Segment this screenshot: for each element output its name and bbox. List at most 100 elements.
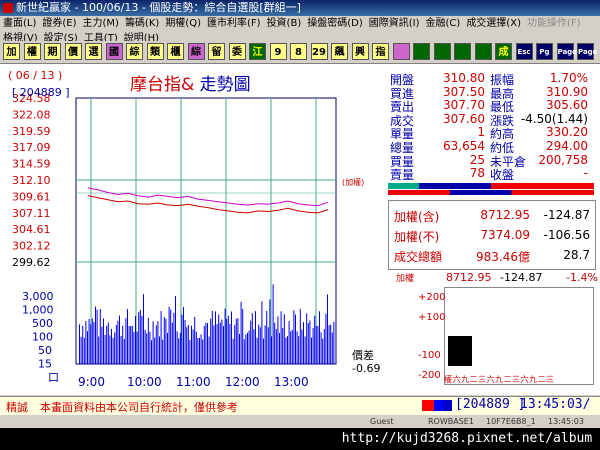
toolbar-button[interactable]: Page (556, 43, 577, 60)
toolbar-button[interactable]: 類 (146, 43, 164, 60)
status-a: ROWBASE1 (428, 417, 474, 426)
menu-item[interactable]: 期權(Q) (165, 18, 201, 29)
menu-item[interactable]: 籌碼(K) (125, 18, 159, 29)
volume-bar (333, 321, 335, 364)
quote-value: 307.70 (443, 98, 485, 113)
volume-bar (82, 325, 84, 364)
menu-item[interactable]: 畫面(L) (3, 18, 36, 29)
mini-pct: -1.4% (566, 271, 598, 284)
volume-bar (266, 310, 268, 364)
volume-bar (323, 329, 325, 364)
bottom-bar: 精誠 本畫面資料由本公司自行統計，僅供參考 [204889 ] 13:45:03… (0, 396, 600, 415)
toolbar-button[interactable]: 櫃 (167, 43, 184, 60)
volume-bar (314, 315, 316, 364)
time-tick-label: 10:00 (127, 375, 162, 389)
menu-item[interactable]: 主力(M) (83, 18, 119, 29)
index-label: 加權(不) (394, 230, 440, 244)
toolbar-button[interactable]: 加 (3, 43, 20, 60)
toolbar-button[interactable]: 權 (23, 43, 41, 60)
toolbar-button[interactable] (454, 43, 471, 60)
toolbar-button[interactable] (392, 43, 410, 60)
toolbar-button[interactable] (433, 43, 451, 60)
menu-item[interactable]: 匯市利率(F) (207, 18, 261, 29)
menu-item[interactable]: 投資(B) (267, 18, 302, 29)
toolbar-button[interactable]: 飆 (331, 43, 348, 60)
toolbar-button[interactable]: 委 (228, 43, 246, 60)
ratio-strip (388, 183, 594, 189)
price-chart[interactable]: 324.58322.08319.59317.09314.59312.10309.… (0, 64, 386, 396)
toolbar-button[interactable]: 指 (372, 43, 389, 60)
mini-value: 8712.95 (446, 271, 492, 284)
toolbar-button[interactable]: 選 (85, 43, 102, 60)
price-tick-label: 307.11 (12, 207, 51, 220)
volume-bar (331, 332, 333, 364)
toolbar-button[interactable]: Pg (536, 43, 553, 60)
toolbar-button[interactable]: 9 (269, 43, 287, 60)
volume-bar (99, 309, 101, 364)
quote-value: 1 (477, 125, 485, 140)
index-value: 7374.09 (480, 228, 530, 242)
toolbar-button[interactable]: 29 (310, 43, 328, 60)
menu-item[interactable]: 證券(E) (42, 18, 76, 29)
diff-label: 價差 (352, 349, 374, 362)
toolbar-button[interactable]: 綜 (187, 43, 205, 60)
bottom-code: [204889 ] (455, 397, 526, 412)
volume-bar (219, 322, 221, 364)
volume-bar (187, 324, 189, 364)
volume-bar (160, 311, 162, 364)
chart-date: ( 06 / 13 ) (8, 69, 63, 82)
quote-value: 294.00 (546, 139, 588, 153)
quote-value: 307.50 (443, 84, 485, 99)
volume-bar (328, 325, 330, 364)
color-indicator (422, 400, 452, 411)
toolbar-button[interactable] (474, 43, 492, 60)
price-tick-label: 317.09 (12, 141, 51, 154)
toolbar-button[interactable]: 綜 (126, 43, 143, 60)
menu-item[interactable]: 金融(C) (426, 18, 461, 29)
volume-bar (315, 325, 317, 364)
toolbar-button[interactable]: 興 (351, 43, 369, 60)
volume-bar (245, 334, 247, 364)
toolbar-button[interactable]: Esc (515, 43, 533, 60)
volume-bar (239, 333, 240, 364)
menu-bar: 畫面(L) 證券(E) 主力(M) 籌碼(K) 期權(Q) 匯市利率(F) 投資(B) 操盤密… (0, 16, 600, 31)
volume-bar (251, 313, 253, 364)
volume-tick-label: 3,000 (22, 290, 54, 303)
toolbar-button[interactable]: 8 (290, 43, 307, 60)
volume-bar (133, 331, 135, 364)
quote-value: - (583, 166, 588, 181)
volume-bar (311, 337, 312, 364)
volume-bar (295, 314, 296, 364)
volume-bar (232, 338, 234, 364)
url-text: http://kujd3268.pixnet.net/album (341, 431, 593, 446)
menu-item[interactable]: 功能操作(F) (527, 18, 581, 29)
volume-bar (216, 324, 218, 364)
toolbar-button[interactable]: 價 (64, 43, 82, 60)
toolbar-button[interactable]: 留 (208, 43, 225, 60)
volume-bar (277, 316, 279, 364)
volume-bar (87, 331, 88, 364)
quote-value: -4.50(1.44) (520, 111, 588, 126)
menu-item[interactable]: 成交選擇(X) (466, 18, 521, 29)
quote-label: 收盤 (490, 168, 515, 183)
menu-item[interactable]: 操盤密碼(D) (307, 18, 363, 29)
volume-bar (135, 316, 136, 364)
volume-bar (221, 319, 223, 364)
app-icon (3, 3, 13, 13)
volume-bar (224, 308, 226, 364)
volume-bar (255, 311, 256, 364)
quote-value: 25 (469, 152, 485, 167)
toolbar-button[interactable]: 江 (249, 43, 266, 60)
index-label: 成交總額 (394, 250, 443, 264)
toolbar-button[interactable]: Page (577, 43, 597, 60)
menu-item[interactable]: 國際資訊(I) (369, 18, 420, 29)
ratio-strip (388, 190, 594, 195)
mini-label: 加權 (396, 274, 415, 284)
toolbar-button[interactable]: 國 (105, 43, 123, 60)
toolbar-button[interactable]: 成 (495, 43, 512, 60)
time-tick-label: 11:00 (176, 375, 211, 389)
toolbar-button[interactable]: 期 (44, 43, 61, 60)
status-bar: Guest ROWBASE1 10F7E6B8_1 13:45:03 (0, 415, 600, 428)
quote-value: 310.90 (546, 84, 588, 99)
toolbar-button[interactable] (413, 43, 430, 60)
